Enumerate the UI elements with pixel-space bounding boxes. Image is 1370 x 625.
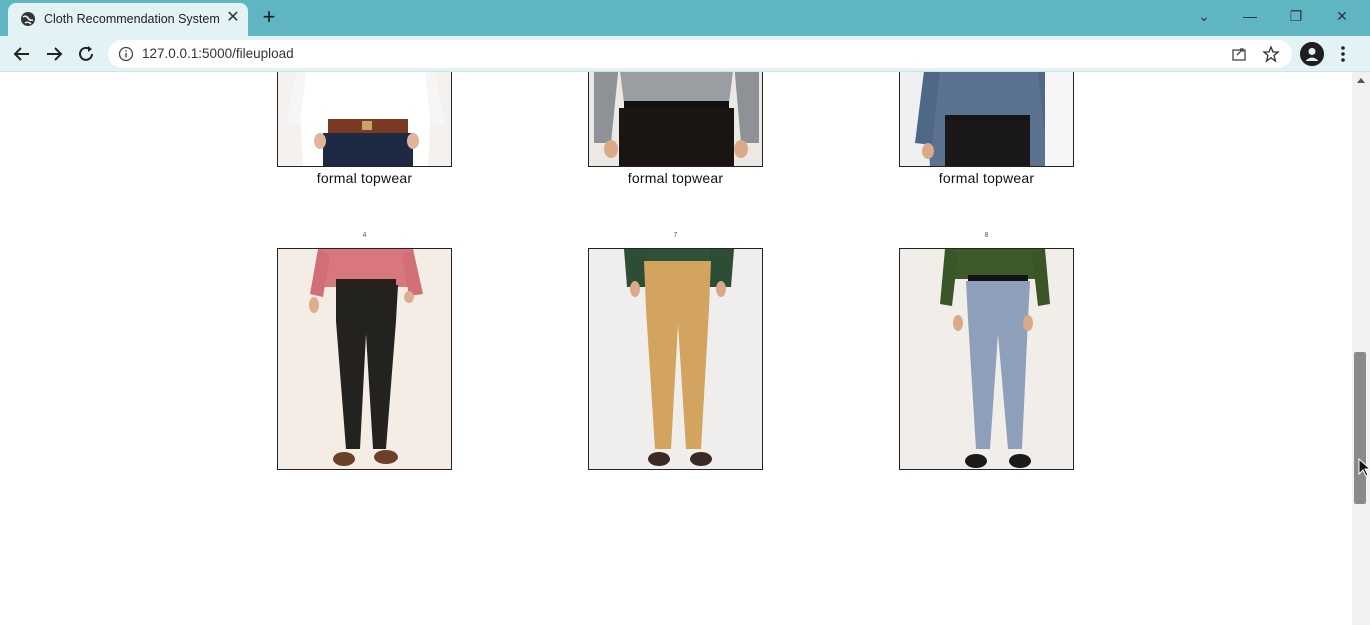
close-tab-icon[interactable]: ✕ (224, 9, 242, 27)
close-window-button[interactable]: ✕ (1328, 4, 1356, 28)
profile-avatar-icon[interactable] (1300, 42, 1324, 66)
vertical-scrollbar[interactable] (1352, 72, 1370, 625)
minimize-button[interactable]: — (1236, 4, 1264, 28)
bookmark-star-icon[interactable] (1262, 45, 1280, 63)
scroll-up-arrow-icon[interactable] (1357, 78, 1365, 83)
recommendation-image-pants-3 (899, 248, 1074, 470)
tab-search-icon[interactable]: ⌄ (1190, 4, 1218, 28)
recommendation-caption: formal topwear (938, 170, 1035, 186)
reload-icon[interactable] (74, 42, 98, 66)
recommendation-caption: formal topwear (316, 170, 413, 186)
recommendation-image-pants-1 (277, 248, 452, 470)
recommendation-image-topwear-2 (588, 72, 763, 167)
browser-titlebar: Cloth Recommendation System ✕ + ⌄ — ❐ ✕ (0, 0, 1370, 36)
new-tab-button[interactable]: + (258, 6, 280, 28)
mouse-cursor-icon (1358, 458, 1370, 477)
recommendation-caption: formal topwear (627, 170, 724, 186)
result-index: 4 (362, 232, 367, 239)
globe-icon (21, 12, 35, 26)
result-index: 7 (673, 232, 678, 239)
share-icon[interactable] (1230, 45, 1248, 63)
result-index: 8 (984, 232, 989, 239)
address-bar[interactable]: 127.0.0.1:5000/fileupload (108, 40, 1292, 68)
browser-toolbar: 127.0.0.1:5000/fileupload (0, 36, 1370, 72)
tab-title: Cloth Recommendation System (44, 12, 220, 26)
scrollbar-thumb[interactable] (1354, 352, 1366, 504)
recommendation-image-topwear-3 (899, 72, 1074, 167)
url-text[interactable]: 127.0.0.1:5000/fileupload (142, 46, 294, 61)
recommendation-image-pants-2 (588, 248, 763, 470)
more-menu-icon[interactable] (1334, 42, 1352, 66)
restore-button[interactable]: ❐ (1282, 4, 1310, 28)
page-content: formal topwear formal topwear formal top… (0, 72, 1352, 625)
back-arrow-icon[interactable] (10, 42, 34, 66)
browser-tab[interactable]: Cloth Recommendation System ✕ (8, 3, 248, 36)
recommendation-image-topwear-1 (277, 72, 452, 167)
site-info-icon[interactable] (118, 46, 134, 62)
forward-arrow-icon[interactable] (42, 42, 66, 66)
